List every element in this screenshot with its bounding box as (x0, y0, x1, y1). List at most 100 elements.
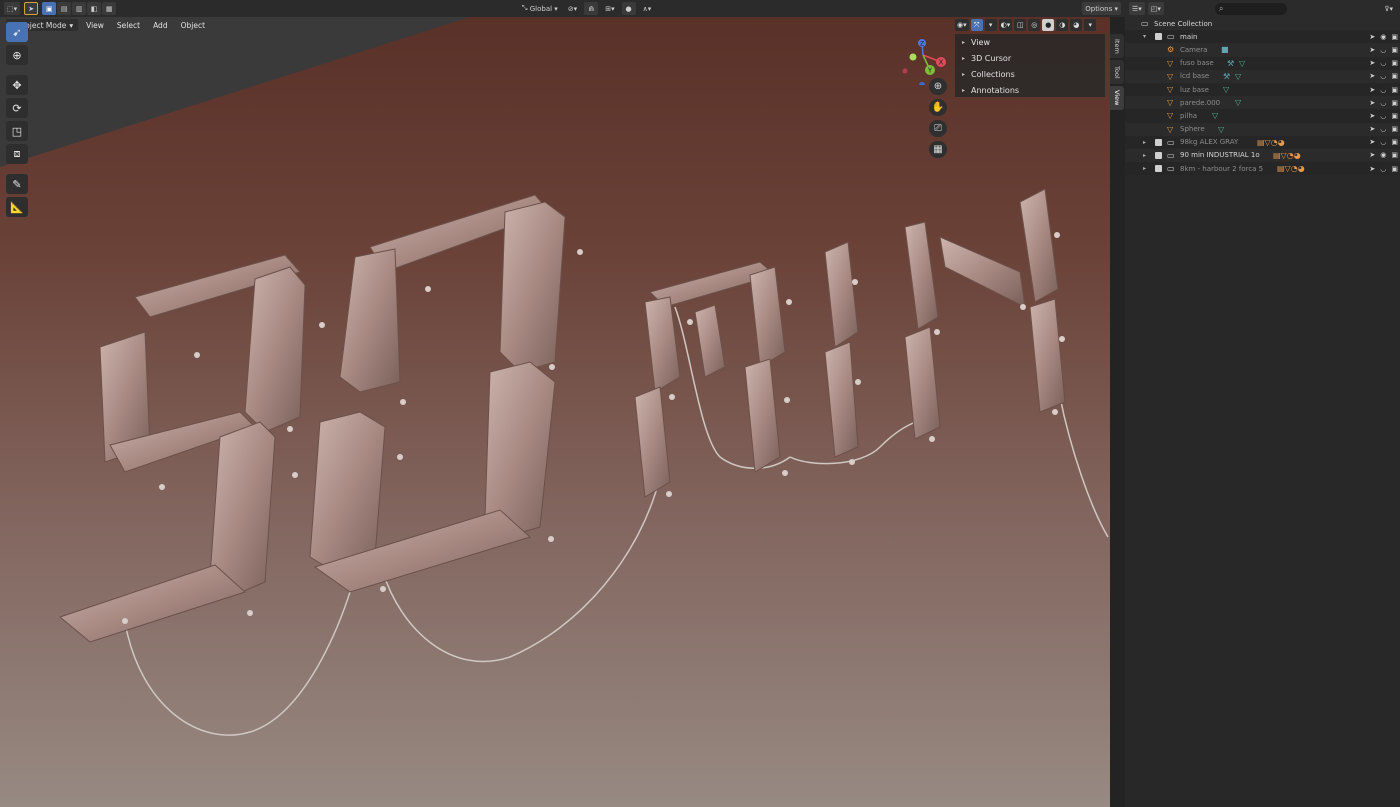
select-arrow-icon[interactable]: ➤ (1369, 86, 1375, 94)
measure-tool[interactable]: 📐 (6, 197, 28, 217)
select-arrow-icon[interactable]: ➤ (1369, 72, 1375, 80)
navigation-gizmo[interactable]: X Y Z (895, 25, 955, 85)
eye-icon[interactable]: ◉ (1380, 151, 1386, 159)
menu-object[interactable]: Object (176, 21, 210, 30)
tab-item[interactable]: Item (1110, 34, 1124, 58)
move-tool[interactable]: ✥ (6, 75, 28, 95)
pan-button[interactable]: ✋ (929, 99, 947, 116)
select-new-button[interactable]: ▣ (42, 2, 57, 15)
tree-row-main[interactable]: ▾ ▭ main ➤ ◉ ▣ (1125, 30, 1400, 44)
panel-annotations[interactable]: ▸ Annotations (955, 82, 1105, 98)
tree-row-98kg[interactable]: ▸ ▭ 98kg ALEX GRAY ▤▽◔◕ ➤ ◡ ▣ (1125, 135, 1400, 149)
camera-icon[interactable]: ▣ (1391, 165, 1398, 173)
camera-view-button[interactable]: ⎚ (929, 120, 947, 137)
select-arrow-icon[interactable]: ➤ (1369, 46, 1375, 54)
select-arrow-icon[interactable]: ➤ (1369, 138, 1375, 146)
xray-toggle[interactable]: ◫ (1014, 19, 1027, 31)
tree-row-90-min[interactable]: ▸ ▭ 90 min INDUSTRIAL 1o ▤▽◔◕ ➤ ◉ ▣ (1125, 148, 1400, 163)
eye-closed-icon[interactable]: ◡ (1380, 99, 1386, 107)
zoom-button[interactable]: ⊕ (929, 78, 947, 95)
visibility-dropdown[interactable]: ◉▾ (955, 19, 969, 31)
overlays-toggle[interactable]: ◐▾ (998, 19, 1013, 31)
proportional-edit-toggle[interactable]: ● (621, 2, 636, 15)
shading-material[interactable]: ◑ (1056, 19, 1069, 31)
select-arrow-icon[interactable]: ➤ (1369, 99, 1375, 107)
transform-orientation-dropdown[interactable]: ⤡ Global ▾ (519, 2, 561, 15)
eye-closed-icon[interactable]: ◡ (1380, 59, 1386, 67)
eye-closed-icon[interactable]: ◡ (1380, 72, 1386, 80)
eye-closed-icon[interactable]: ◡ (1380, 46, 1386, 54)
exclude-checkbox[interactable] (1155, 165, 1162, 173)
expand-right-icon[interactable]: ▸ (1143, 139, 1146, 146)
scale-tool[interactable]: ◳ (6, 121, 28, 141)
shading-rendered[interactable]: ◕ (1070, 19, 1083, 31)
select-arrow-icon[interactable]: ➤ (1369, 151, 1375, 159)
transform-tool[interactable]: ⧈ (6, 144, 28, 164)
camera-icon[interactable]: ▣ (1391, 138, 1398, 146)
neg-x-handle[interactable] (902, 68, 908, 74)
options-dropdown[interactable]: Options ▾ (1082, 2, 1121, 15)
select-arrow-icon[interactable]: ➤ (1369, 59, 1375, 67)
eye-closed-icon[interactable]: ◡ (1380, 112, 1386, 120)
camera-icon[interactable]: ▣ (1391, 59, 1398, 67)
camera-icon[interactable]: ▣ (1391, 125, 1398, 133)
eye-closed-icon[interactable]: ◡ (1380, 138, 1386, 146)
panel-collections[interactable]: ▸ Collections (955, 66, 1105, 82)
camera-icon[interactable]: ▣ (1391, 72, 1398, 80)
neg-z-handle[interactable] (919, 82, 925, 85)
select-invert-button[interactable]: ◧ (87, 2, 102, 15)
panel-view[interactable]: ▸ View (955, 34, 1105, 50)
tree-row-fuso-base[interactable]: ▽ fuso base ⚒ ▽ ➤ ◡ ▣ (1125, 56, 1400, 70)
tree-row-parede[interactable]: ▽ parede.000 ▽ ➤ ◡ ▣ (1125, 96, 1400, 110)
panel-3d-cursor[interactable]: ▸ 3D Cursor (955, 50, 1105, 66)
snap-target-dropdown[interactable]: ⊞▾ (602, 2, 617, 15)
ortho-toggle-button[interactable]: ▦ (929, 141, 947, 158)
gizmo-toggle[interactable]: ⤧ (970, 19, 983, 31)
select-arrow-icon[interactable]: ➤ (1369, 33, 1375, 41)
tab-view[interactable]: View (1110, 86, 1124, 110)
rotate-tool[interactable]: ⟳ (6, 98, 28, 118)
neg-y-handle[interactable] (909, 53, 917, 61)
tree-row-camera[interactable]: ⚙ Camera ■ ➤ ◡ ▣ (1125, 43, 1400, 57)
select-extend-button[interactable]: ▤ (57, 2, 72, 15)
exclude-checkbox[interactable] (1155, 138, 1162, 146)
eye-icon[interactable]: ◉ (1380, 33, 1386, 41)
eye-closed-icon[interactable]: ◡ (1380, 86, 1386, 94)
tree-row-8km[interactable]: ▸ ▭ 8km - harbour 2 forca 5 ▤▽◔◕ ➤ ◡ ▣ (1125, 162, 1400, 176)
tree-row-lcd-base[interactable]: ▽ lcd base ⚒ ▽ ➤ ◡ ▣ (1125, 69, 1400, 83)
tab-tool[interactable]: Tool (1110, 60, 1124, 84)
proportional-falloff-dropdown[interactable]: ∧▾ (640, 2, 655, 15)
annotate-tool[interactable]: ✎ (6, 174, 28, 194)
camera-icon[interactable]: ▣ (1391, 33, 1398, 41)
select-intersect-button[interactable]: ▦ (102, 2, 117, 15)
camera-icon[interactable]: ▣ (1391, 46, 1398, 54)
snap-toggle[interactable]: ⋒ (584, 2, 599, 15)
outliner-search[interactable]: ⌕ (1214, 2, 1287, 15)
camera-icon[interactable]: ▣ (1391, 151, 1398, 159)
menu-view[interactable]: View (81, 21, 109, 30)
camera-icon[interactable]: ▣ (1391, 112, 1398, 120)
menu-select[interactable]: Select (112, 21, 145, 30)
tree-row-luz-base[interactable]: ▽ luz base ▽ ➤ ◡ ▣ (1125, 82, 1400, 97)
exclude-checkbox[interactable] (1155, 33, 1162, 41)
select-box-tool[interactable]: ➹ (6, 22, 28, 42)
select-tool-button[interactable]: ➤ (24, 2, 39, 15)
tree-row-pilha[interactable]: ▽ pilha ▽ ➤ ◡ ▣ (1125, 109, 1400, 123)
shading-solid[interactable]: ● (1042, 19, 1055, 31)
tree-row-sphere[interactable]: ▽ Sphere ▽ ➤ ◡ ▣ (1125, 122, 1400, 136)
editor-type-button[interactable]: ⬚▾ (4, 2, 21, 15)
shading-dropdown[interactable]: ▾ (1084, 19, 1097, 31)
select-arrow-icon[interactable]: ➤ (1369, 112, 1375, 120)
expand-right-icon[interactable]: ▸ (1143, 165, 1146, 172)
select-arrow-icon[interactable]: ➤ (1369, 165, 1375, 173)
camera-icon[interactable]: ▣ (1391, 86, 1398, 94)
display-mode-dropdown[interactable]: ◰▾ (1147, 2, 1164, 15)
expand-down-icon[interactable]: ▾ (1143, 33, 1146, 40)
select-subtract-button[interactable]: ▥ (72, 2, 87, 15)
camera-icon[interactable]: ▣ (1391, 99, 1398, 107)
tree-row-scene-collection[interactable]: ▭ Scene Collection (1125, 17, 1400, 31)
outliner-editor-type[interactable]: ☰▾ (1129, 2, 1145, 15)
select-arrow-icon[interactable]: ➤ (1369, 125, 1375, 133)
eye-closed-icon[interactable]: ◡ (1380, 165, 1386, 173)
shading-wireframe[interactable]: ◎ (1028, 19, 1041, 31)
